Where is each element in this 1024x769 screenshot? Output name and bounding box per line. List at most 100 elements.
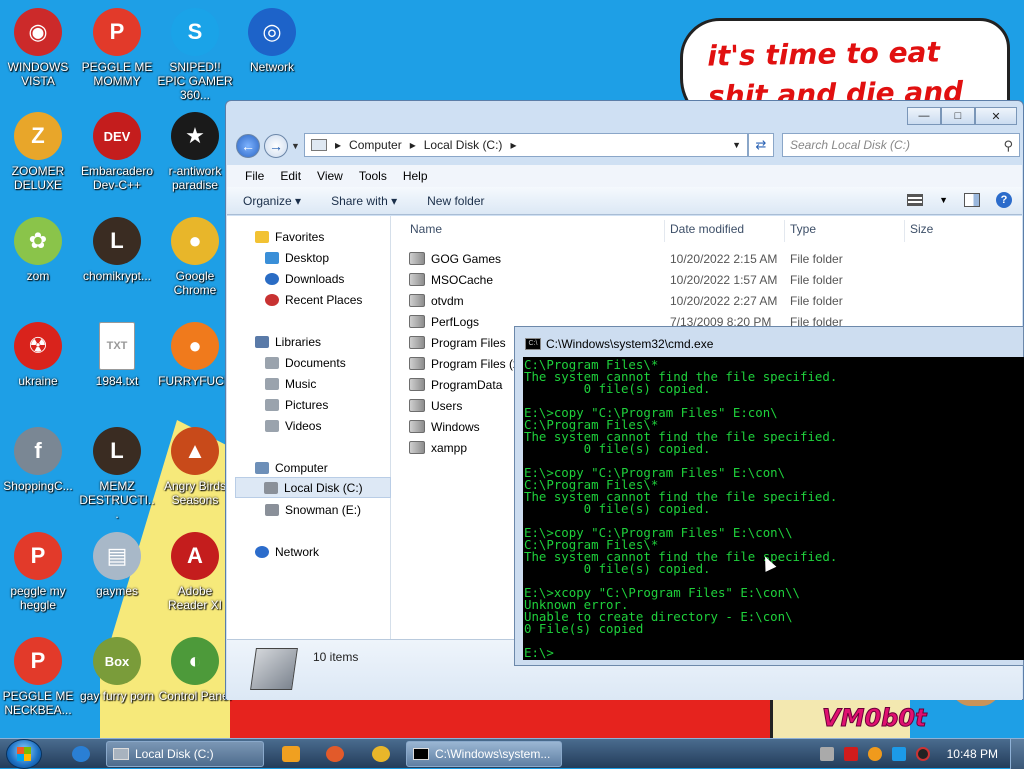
desktop-icon[interactable]: TXT 1984.txt — [79, 322, 155, 388]
menu-help[interactable]: Help — [395, 169, 436, 183]
address-dropdown-icon[interactable]: ▼ — [732, 140, 741, 150]
nav-pictures[interactable]: Pictures — [265, 394, 385, 415]
file-row[interactable]: otvdm — [409, 290, 464, 311]
start-button[interactable] — [6, 739, 42, 769]
nav-local-disk[interactable]: Local Disk (C:) — [235, 477, 391, 498]
desktop-icon[interactable]: ◐ Control Panel — [157, 637, 233, 703]
file-row[interactable]: xampp — [409, 437, 467, 458]
cmd-console[interactable]: C:\Program Files\* The system cannot find… — [523, 357, 1024, 660]
show-desktop-button[interactable] — [1010, 739, 1024, 769]
preview-pane-icon[interactable] — [964, 193, 980, 207]
cmd-icon — [413, 748, 429, 760]
nav-recent-places[interactable]: Recent Places — [265, 289, 385, 310]
desktop-icon[interactable]: L MEMZ DESTRUCTI... — [79, 427, 155, 521]
desktop-icon[interactable]: ● FURRYFUCK — [157, 322, 233, 388]
nav-documents[interactable]: Documents — [265, 352, 385, 373]
forward-button[interactable]: → — [264, 134, 288, 158]
desktop-icon[interactable]: ▲ Angry Birds Seasons — [157, 427, 233, 507]
breadcrumb-computer[interactable]: Computer — [349, 138, 402, 152]
desktop-icon[interactable]: ● Google Chrome — [157, 217, 233, 297]
desktop-icon[interactable]: Lchomikrypt... — [79, 217, 155, 283]
nav-computer[interactable]: Computer — [255, 457, 385, 478]
desktop-icon[interactable]: S SNIPED!! EPIC GAMER 360... — [157, 8, 233, 102]
task-explorer[interactable]: Local Disk (C:) — [106, 741, 264, 767]
desktop-icon[interactable]: ▤ gaymes — [79, 532, 155, 598]
new-folder-button[interactable]: New folder — [427, 194, 484, 208]
tray-app-icon[interactable] — [820, 747, 834, 761]
search-icon[interactable]: ⚲ — [1003, 138, 1013, 154]
task-cmd[interactable]: C:\Windows\system... — [406, 741, 562, 767]
desktop-icon[interactable]: ◉ WINDOWS VISTA — [0, 8, 76, 88]
navigation-pane: Favorites Desktop Downloads Recent Place… — [227, 216, 391, 639]
help-icon[interactable]: ? — [996, 192, 1012, 208]
share-with-button[interactable]: Share with ▾ — [331, 194, 397, 208]
nav-music[interactable]: Music — [265, 373, 385, 394]
tray-search-icon[interactable] — [868, 747, 882, 761]
file-row[interactable]: Users — [409, 395, 462, 416]
nav-network[interactable]: Network — [255, 541, 385, 562]
nav-desktop[interactable]: Desktop — [265, 247, 385, 268]
column-name[interactable]: Name — [410, 222, 442, 242]
file-row[interactable]: GOG Games — [409, 248, 501, 269]
file-row[interactable]: Program Files — [409, 332, 506, 353]
column-date[interactable]: Date modified — [670, 222, 744, 242]
desktop-icon[interactable]: A Adobe Reader XI — [157, 532, 233, 612]
search-input[interactable]: Search Local Disk (C:) ⚲ — [782, 133, 1020, 157]
folder-icon — [409, 441, 425, 454]
file-row[interactable]: Windows — [409, 416, 480, 437]
nav-snowman[interactable]: Snowman (E:) — [265, 499, 385, 520]
recent-pages-dropdown[interactable]: ▼ — [291, 141, 300, 151]
desktop-icon[interactable]: ✿ zom — [0, 217, 76, 283]
file-row[interactable]: PerfLogs — [409, 311, 479, 332]
maximize-button[interactable]: □ — [941, 107, 975, 125]
column-type[interactable]: Type — [790, 222, 816, 242]
refresh-button[interactable]: ⇄ — [748, 133, 774, 157]
tray-antivirus-icon[interactable] — [844, 747, 858, 761]
nav-videos[interactable]: Videos — [265, 415, 385, 436]
file-row[interactable]: MSOCache — [409, 269, 493, 290]
column-size[interactable]: Size — [910, 222, 933, 242]
minimize-button[interactable]: — — [907, 107, 941, 125]
console-line: 0 file(s) copied. — [524, 381, 711, 396]
menu-view[interactable]: View — [309, 169, 351, 183]
desktop-icon[interactable]: Z ZOOMER DELUXE — [0, 112, 76, 192]
media-player-icon[interactable] — [282, 746, 300, 762]
desktop-icon[interactable]: Ppeggle my heggle — [0, 532, 76, 612]
cmd-window[interactable]: C:\ C:\Windows\system32\cmd.exe C:\Progr… — [514, 326, 1024, 666]
nav-libraries[interactable]: Libraries — [255, 331, 385, 352]
desktop-icon[interactable]: f ShoppingC... — [0, 427, 76, 493]
desktop-icon[interactable]: DEV Embarcadero Dev-C++ — [79, 112, 155, 192]
desktop-icon-label: zom — [26, 269, 50, 283]
menu-file[interactable]: File — [237, 169, 272, 183]
menu-tools[interactable]: Tools — [351, 169, 395, 183]
nav-favorites[interactable]: Favorites — [255, 226, 385, 247]
file-name: GOG Games — [431, 251, 502, 266]
computer-icon — [311, 139, 327, 151]
close-button[interactable]: ✕ — [975, 107, 1017, 125]
desktop-icon[interactable]: Box gay furry porn — [79, 637, 155, 703]
views-icon[interactable] — [907, 194, 924, 206]
desktop-icon[interactable]: P PEGGLE ME MOMMY — [79, 8, 155, 88]
desktop-icon-label: WINDOWS VISTA — [7, 60, 69, 88]
nav-downloads[interactable]: Downloads — [265, 268, 385, 289]
desktop-icon[interactable]: ☢ ukraine — [0, 322, 76, 388]
desktop-icon[interactable]: P PEGGLE ME NECKBEA... — [0, 637, 76, 717]
file-row[interactable]: ProgramData — [409, 374, 502, 395]
back-button[interactable]: ← — [236, 134, 260, 158]
desktop-icon-label: Control Panel — [158, 689, 232, 703]
views-dropdown-icon[interactable]: ▼ — [939, 195, 948, 205]
organize-button[interactable]: Organize ▾ — [243, 194, 301, 208]
desktop-icon[interactable]: ◎ Network — [234, 8, 310, 74]
tray-network-icon[interactable] — [892, 747, 906, 761]
internet-explorer-icon[interactable] — [72, 746, 90, 762]
folder-icon — [409, 357, 425, 370]
menu-edit[interactable]: Edit — [272, 169, 309, 183]
app-icon[interactable] — [326, 746, 344, 762]
address-bar[interactable]: ▸ Computer ▸ Local Disk (C:) ▸ ▼ — [304, 133, 748, 157]
tray-volume-icon[interactable] — [916, 747, 930, 761]
chrome-icon[interactable] — [372, 746, 390, 762]
desktop-icon[interactable]: ★ r-antiwork paradise — [157, 112, 233, 192]
clock[interactable]: 10:48 PM — [947, 747, 998, 761]
file-row[interactable]: Program Files (x — [409, 353, 519, 374]
breadcrumb-local-disk[interactable]: Local Disk (C:) — [424, 138, 503, 152]
